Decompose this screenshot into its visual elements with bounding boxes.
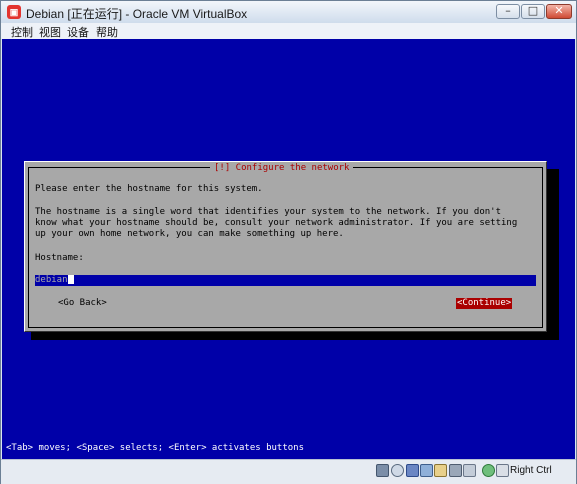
description-line-2: know what your hostname should be, consu… [35,218,518,228]
network-icon[interactable] [434,464,447,477]
hard-disk-icon[interactable] [376,464,389,477]
configure-network-dialog: [!] Configure the network Please enter t… [24,161,547,332]
keyboard-help-line: <Tab> moves; <Space> selects; <Enter> ac… [6,443,305,453]
recording-icon[interactable] [463,464,476,477]
menu-bar: 控制 视图 设备 帮助 [1,23,576,39]
dialog-title: [!] Configure the network [210,162,354,174]
text-cursor [67,275,74,284]
hostname-value: debian [35,275,68,285]
shared-folders-icon[interactable] [420,464,433,477]
virtualbox-app-icon: ▣ [7,5,21,19]
title-bar[interactable]: ▣ Debian [正在运行] - Oracle VM VirtualBox –… [1,1,576,23]
virtualbox-window: ▣ Debian [正在运行] - Oracle VM VirtualBox –… [0,0,577,484]
go-back-button[interactable]: <Go Back> [58,298,107,309]
vm-screen[interactable]: [!] Configure the network Please enter t… [2,39,575,459]
cpu-icon[interactable] [496,464,509,477]
hostname-input[interactable]: debian [35,275,536,286]
description-line-1: The hostname is a single word that ident… [35,207,501,217]
menu-view[interactable]: 视图 [39,24,61,40]
window-title: Debian [正在运行] - Oracle VM VirtualBox [26,7,248,21]
minimize-button[interactable]: – [496,4,520,19]
description-line-3: up your own home network, you can make s… [35,229,344,239]
menu-devices[interactable]: 设备 [67,24,89,40]
menu-control[interactable]: 控制 [11,24,33,40]
maximize-button[interactable]: □ [521,4,545,19]
close-button[interactable]: ✕ [546,4,572,19]
hostname-prompt: Please enter the hostname for this syste… [35,184,263,194]
hostname-label: Hostname: [35,253,84,263]
host-key-label: Right Ctrl [510,465,552,476]
usb-icon[interactable] [406,464,419,477]
menu-help[interactable]: 帮助 [96,24,118,40]
status-bar: Right Ctrl [1,459,576,484]
optical-drive-icon[interactable] [391,464,404,477]
display-icon[interactable] [449,464,462,477]
continue-button[interactable]: <Continue> [456,298,513,309]
mouse-integration-icon[interactable] [482,464,495,477]
